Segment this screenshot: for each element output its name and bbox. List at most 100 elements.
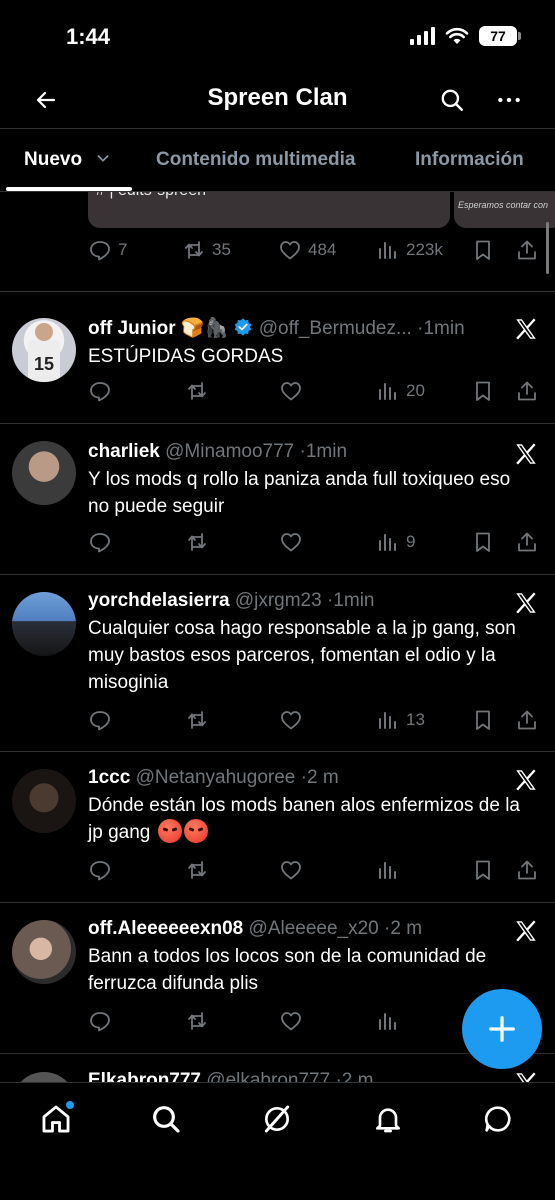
like-button[interactable] bbox=[279, 379, 303, 403]
views-count: 13 bbox=[406, 710, 425, 729]
post-item[interactable]: 1ccc @Netanyahugoree ·2 m Dónde están lo… bbox=[0, 752, 555, 903]
author-name[interactable]: off.Aleeeeeexn08 bbox=[88, 918, 243, 939]
share-button[interactable] bbox=[515, 708, 539, 732]
share-icon bbox=[518, 532, 536, 552]
repost-icon bbox=[188, 711, 206, 729]
views-button[interactable] bbox=[376, 1009, 400, 1033]
author-name[interactable]: charliek bbox=[88, 441, 160, 462]
views-button[interactable]: 20 bbox=[376, 379, 425, 403]
repost-button[interactable] bbox=[185, 1009, 209, 1033]
like-button[interactable]: 484 bbox=[278, 238, 336, 262]
post-time[interactable]: 1min bbox=[333, 590, 374, 611]
author-name[interactable]: Elkabron777 bbox=[88, 1070, 201, 1082]
like-button[interactable] bbox=[279, 1009, 303, 1033]
author-name[interactable]: 1ccc bbox=[88, 767, 130, 788]
avatar[interactable] bbox=[12, 920, 76, 984]
author-handle[interactable]: @Minamoo777 bbox=[165, 441, 294, 462]
author-handle[interactable]: @Netanyahugoree bbox=[136, 767, 296, 788]
tab-informacion[interactable]: Información bbox=[415, 149, 524, 171]
tab-nuevo[interactable]: Nuevo bbox=[24, 149, 111, 171]
post-time[interactable]: 1min bbox=[306, 441, 347, 462]
avatar[interactable] bbox=[12, 441, 76, 505]
bookmark-button[interactable] bbox=[471, 858, 495, 882]
x-logo-icon bbox=[516, 920, 536, 942]
share-button[interactable] bbox=[515, 379, 539, 403]
nav-notifications[interactable] bbox=[368, 1099, 408, 1139]
post-item[interactable]: yorchdelasierra @jxrgm23 ·1min Cualquier… bbox=[0, 575, 555, 752]
post-time[interactable]: 2 m bbox=[307, 767, 339, 788]
post-text: Dónde están los mods banen alos enfermiz… bbox=[88, 795, 520, 843]
nav-search[interactable] bbox=[146, 1099, 186, 1139]
avatar[interactable] bbox=[12, 769, 76, 833]
bookmark-button[interactable] bbox=[471, 379, 495, 403]
post-time[interactable]: 1min bbox=[423, 318, 464, 339]
post-time[interactable]: 2 m bbox=[342, 1070, 374, 1082]
search-button[interactable] bbox=[436, 84, 468, 116]
views-button[interactable]: 9 bbox=[376, 530, 415, 554]
author-handle[interactable]: @jxrgm23 bbox=[235, 590, 322, 611]
reply-button[interactable] bbox=[88, 1009, 112, 1033]
post-item-partial[interactable]: # | edits-spreen Esperamos contar con 7 … bbox=[0, 192, 555, 292]
reply-button[interactable] bbox=[88, 379, 112, 403]
reply-button[interactable] bbox=[88, 708, 112, 732]
bottom-navigation bbox=[0, 1082, 555, 1200]
repost-button[interactable] bbox=[185, 379, 209, 403]
repost-icon bbox=[185, 241, 203, 259]
share-button[interactable] bbox=[515, 238, 539, 262]
bookmark-button[interactable] bbox=[471, 708, 495, 732]
x-logo-icon bbox=[516, 1072, 536, 1082]
post-time[interactable]: 2 m bbox=[390, 918, 422, 939]
compose-button[interactable] bbox=[462, 989, 542, 1069]
reply-button[interactable] bbox=[88, 530, 112, 554]
nav-home[interactable] bbox=[36, 1099, 76, 1139]
avatar[interactable]: 15 bbox=[12, 318, 76, 382]
post-text: ESTÚPIDAS GORDAS bbox=[88, 346, 284, 367]
post-text: Bann a todos los locos son de la comunid… bbox=[88, 946, 487, 994]
views-icon bbox=[379, 242, 396, 259]
like-button[interactable] bbox=[279, 708, 303, 732]
post-feed[interactable]: # | edits-spreen Esperamos contar con 7 … bbox=[0, 192, 555, 1082]
tab-contenido-multimedia[interactable]: Contenido multimedia bbox=[156, 149, 356, 171]
like-icon bbox=[281, 861, 301, 880]
community-card-side[interactable]: Esperamos contar con bbox=[454, 192, 555, 228]
author-name[interactable]: yorchdelasierra bbox=[88, 590, 230, 611]
x-logo-icon bbox=[516, 443, 536, 465]
nav-grok[interactable] bbox=[257, 1099, 297, 1139]
views-icon bbox=[379, 712, 396, 729]
author-handle[interactable]: @Aleeeee_x20 bbox=[249, 918, 379, 939]
author-handle[interactable]: @off_Bermudez... bbox=[259, 318, 412, 339]
avatar[interactable] bbox=[12, 1072, 76, 1082]
post-item[interactable]: charliek @Minamoo777 ·1min Y los mods q … bbox=[0, 424, 555, 575]
repost-count: 35 bbox=[212, 240, 231, 259]
more-options-button[interactable] bbox=[493, 84, 525, 116]
reply-icon bbox=[90, 241, 110, 261]
post-item[interactable]: 15 off Junior 🍞🦍 @off_Bermudez... ·1min … bbox=[0, 292, 555, 424]
bookmark-button[interactable] bbox=[471, 238, 495, 262]
repost-button[interactable] bbox=[185, 858, 209, 882]
repost-button[interactable] bbox=[185, 530, 209, 554]
post-header: off.Aleeeeeexn08 @Aleeeee_x20 ·2 m bbox=[88, 918, 495, 940]
like-button[interactable] bbox=[279, 858, 303, 882]
post-item-partial[interactable]: Elkabron777 @elkabron777 ·2 m bbox=[0, 1054, 555, 1082]
share-button[interactable] bbox=[515, 858, 539, 882]
views-button[interactable]: 223k bbox=[376, 238, 443, 262]
avatar[interactable] bbox=[12, 592, 76, 656]
reply-button[interactable]: 7 bbox=[88, 238, 127, 262]
bookmark-button[interactable] bbox=[471, 530, 495, 554]
search-icon bbox=[441, 89, 463, 111]
author-handle[interactable]: @elkabron777 bbox=[206, 1070, 330, 1082]
share-button[interactable] bbox=[515, 530, 539, 554]
repost-button[interactable]: 35 bbox=[182, 238, 231, 262]
status-bar: 1:44 77 bbox=[0, 0, 555, 72]
views-button[interactable]: 13 bbox=[376, 708, 425, 732]
views-button[interactable] bbox=[376, 858, 400, 882]
search-icon bbox=[153, 1106, 180, 1133]
like-icon bbox=[280, 241, 300, 260]
share-icon bbox=[518, 710, 536, 730]
page-title: Spreen Clan bbox=[207, 84, 348, 111]
author-name[interactable]: off Junior 🍞🦍 bbox=[88, 318, 228, 339]
like-button[interactable] bbox=[279, 530, 303, 554]
reply-button[interactable] bbox=[88, 858, 112, 882]
repost-button[interactable] bbox=[185, 708, 209, 732]
nav-messages[interactable] bbox=[478, 1099, 518, 1139]
